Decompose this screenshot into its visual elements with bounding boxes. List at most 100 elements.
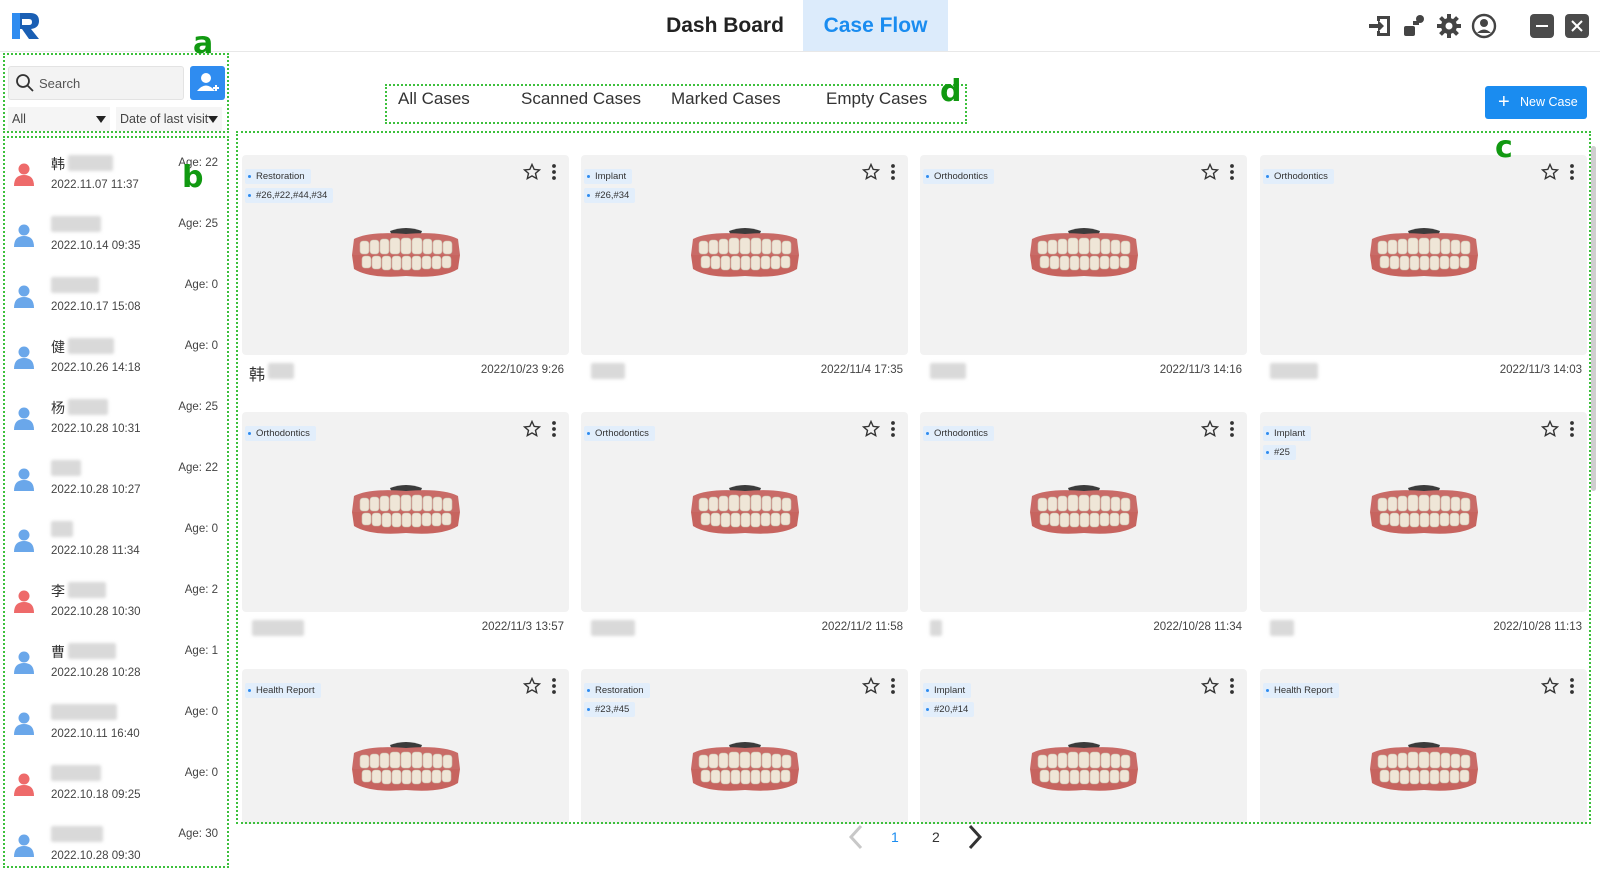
patient-row[interactable]: 2022.10.28 11:34 Age: 0: [6, 512, 228, 572]
favorite-star-icon[interactable]: [523, 677, 541, 695]
case-name-redaction: [252, 620, 304, 636]
case-card[interactable]: Implant #25: [1260, 412, 1587, 612]
more-options-icon[interactable]: [1569, 420, 1575, 438]
patient-last-visit: 2022.10.11 16:40: [51, 728, 140, 740]
patient-avatar-icon: [14, 407, 34, 430]
page-1-button[interactable]: 1: [891, 829, 899, 845]
scrollbar-thumb[interactable]: [1591, 146, 1596, 491]
tab-empty-cases[interactable]: Empty Cases: [826, 89, 927, 109]
tab-marked-cases[interactable]: Marked Cases: [671, 89, 781, 109]
dental-scan-thumbnail: [1370, 485, 1478, 534]
patient-age: Age: 22: [178, 462, 218, 474]
patient-row[interactable]: 健 2022.10.26 14:18 Age: 0: [6, 329, 228, 389]
patient-row[interactable]: 杨 2022.10.28 10:31 Age: 25: [6, 390, 228, 450]
patient-row[interactable]: 2022.10.28 10:27 Age: 22: [6, 451, 228, 511]
patient-last-visit: 2022.10.28 10:30: [51, 606, 141, 618]
close-button[interactable]: [1565, 14, 1589, 38]
search-box[interactable]: [8, 66, 184, 100]
favorite-star-icon[interactable]: [1201, 163, 1219, 181]
case-date: 2022/10/23 9:26: [480, 364, 564, 376]
patient-last-visit: 2022.10.26 14:18: [51, 362, 141, 374]
share-icon[interactable]: [1401, 13, 1427, 39]
patient-age: Age: 2: [184, 584, 218, 596]
favorite-star-icon[interactable]: [523, 163, 541, 181]
favorite-star-icon[interactable]: [523, 420, 541, 438]
sort-select[interactable]: Date of last visit: [116, 107, 222, 131]
favorite-star-icon[interactable]: [1201, 677, 1219, 695]
case-card[interactable]: Health Report: [242, 669, 569, 824]
more-options-icon[interactable]: [1229, 163, 1235, 181]
case-patient-name: 韩: [249, 367, 266, 384]
favorite-star-icon[interactable]: [862, 420, 880, 438]
new-case-button[interactable]: + New Case: [1485, 86, 1587, 119]
chevron-down-icon: [208, 116, 218, 123]
patient-age: Age: 25: [178, 218, 218, 230]
favorite-star-icon[interactable]: [862, 163, 880, 181]
more-options-icon[interactable]: [1569, 677, 1575, 695]
dental-scan-thumbnail: [352, 485, 460, 534]
user-account-icon[interactable]: [1471, 13, 1497, 39]
tab-scanned-cases[interactable]: Scanned Cases: [521, 89, 641, 109]
patient-row[interactable]: 2022.10.18 09:25 Age: 0: [6, 756, 228, 816]
search-input[interactable]: [35, 67, 180, 99]
patient-last-visit: 2022.10.18 09:25: [51, 789, 141, 801]
case-card[interactable]: Orthodontics: [581, 412, 908, 612]
more-options-icon[interactable]: [890, 420, 896, 438]
patient-name-redaction: [51, 826, 103, 842]
more-options-icon[interactable]: [890, 163, 896, 181]
patient-name: 韩: [51, 156, 65, 172]
favorite-star-icon[interactable]: [1541, 677, 1559, 695]
case-date: 2022/10/28 11:34: [1153, 621, 1242, 633]
patient-last-visit: 2022.10.14 09:35: [51, 240, 141, 252]
patient-row[interactable]: 2022.10.28 09:30 Age: 30: [6, 817, 228, 866]
import-icon[interactable]: [1367, 13, 1393, 39]
app-logo-icon: [12, 13, 39, 39]
case-card[interactable]: Orthodontics: [242, 412, 569, 612]
case-card[interactable]: Restoration #26,#22,#44,#34: [242, 155, 569, 355]
case-card[interactable]: Restoration #23,#45: [581, 669, 908, 824]
more-options-icon[interactable]: [1569, 163, 1575, 181]
case-card[interactable]: Implant #26,#34: [581, 155, 908, 355]
favorite-star-icon[interactable]: [1541, 420, 1559, 438]
tab-all-cases[interactable]: All Cases: [398, 89, 470, 109]
patient-row[interactable]: 2022.10.14 09:35 Age: 25: [6, 207, 228, 267]
gear-icon[interactable]: [1436, 13, 1462, 39]
case-flow-app: Dash Board Case Flow Search All Date of …: [0, 0, 1600, 871]
favorite-star-icon[interactable]: [1541, 163, 1559, 181]
more-options-icon[interactable]: [1229, 420, 1235, 438]
next-page-icon[interactable]: [964, 823, 986, 851]
patient-row[interactable]: 2022.10.11 16:40 Age: 0: [6, 695, 228, 755]
dental-scan-thumbnail: [1370, 228, 1478, 277]
patient-avatar-icon: [14, 529, 34, 552]
add-patient-button[interactable]: [190, 66, 225, 100]
more-options-icon[interactable]: [551, 420, 557, 438]
more-options-icon[interactable]: [890, 677, 896, 695]
patient-row[interactable]: 2022.10.17 15:08 Age: 0: [6, 268, 228, 328]
more-options-icon[interactable]: [551, 163, 557, 181]
patient-row[interactable]: 李 2022.10.28 10:30 Age: 2: [6, 573, 228, 633]
patient-last-visit: 2022.11.07 11:37: [51, 179, 139, 191]
patient-filter-select[interactable]: All: [8, 107, 110, 131]
more-options-icon[interactable]: [1229, 677, 1235, 695]
patient-name-redaction: [51, 521, 73, 537]
case-tag: #26,#22,#44,#34: [245, 188, 334, 203]
case-tag: Implant: [1263, 426, 1312, 441]
patient-last-visit: 2022.10.28 10:27: [51, 484, 141, 496]
page-2-button[interactable]: 2: [932, 829, 940, 845]
add-user-icon: [197, 73, 219, 91]
favorite-star-icon[interactable]: [862, 677, 880, 695]
patient-row[interactable]: 韩 2022.11.07 11:37 Age: 22: [6, 146, 228, 206]
more-options-icon[interactable]: [551, 677, 557, 695]
patient-row[interactable]: 曹 2022.10.28 10:28 Age: 1: [6, 634, 228, 694]
patient-age: Age: 0: [184, 340, 218, 352]
case-card[interactable]: Orthodontics: [920, 412, 1247, 612]
case-card[interactable]: Orthodontics: [1260, 155, 1587, 355]
case-card[interactable]: Implant #20,#14: [920, 669, 1247, 824]
case-card[interactable]: Orthodontics: [920, 155, 1247, 355]
case-card[interactable]: Health Report: [1260, 669, 1587, 824]
prev-page-icon[interactable]: [845, 823, 867, 851]
favorite-star-icon[interactable]: [1201, 420, 1219, 438]
tab-dash-board[interactable]: Dash Board: [650, 0, 800, 51]
tab-case-flow[interactable]: Case Flow: [803, 0, 948, 51]
minimize-button[interactable]: [1530, 14, 1554, 38]
